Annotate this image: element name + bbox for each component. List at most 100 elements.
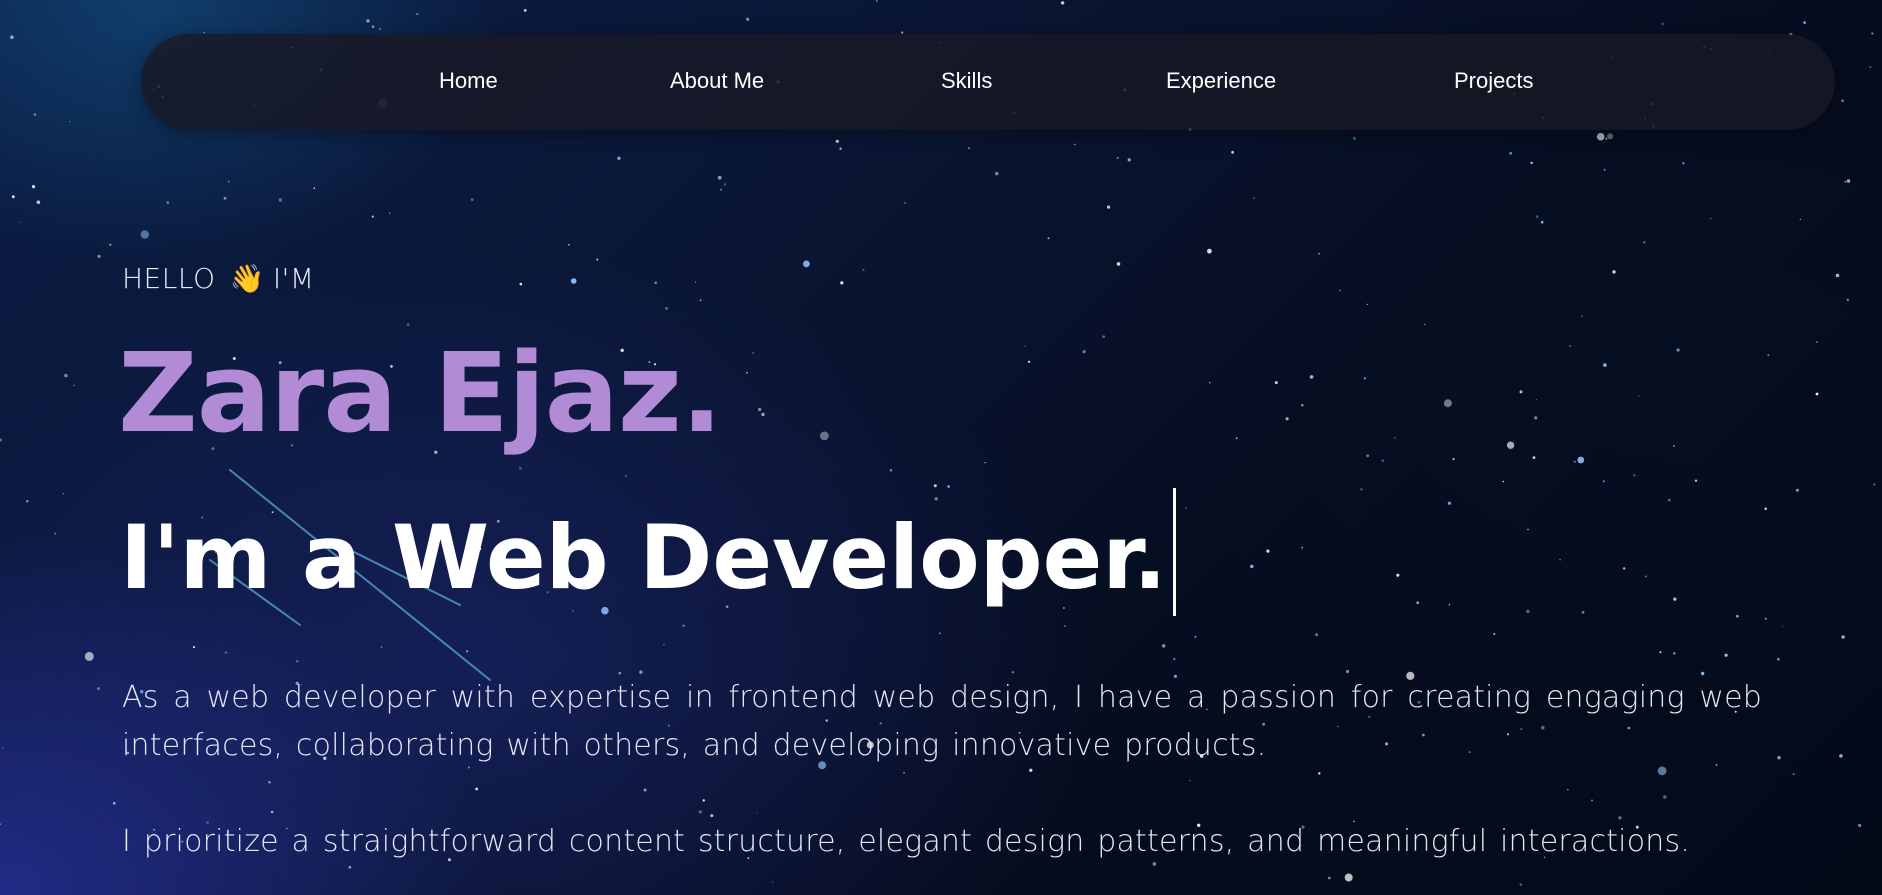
- star: [1659, 651, 1662, 654]
- star: [371, 215, 374, 218]
- star: [1231, 150, 1234, 154]
- waving-hand-icon: 👋: [229, 262, 265, 295]
- star: [1493, 632, 1496, 636]
- star: [1116, 156, 1119, 159]
- star: [1764, 507, 1767, 511]
- star: [224, 651, 228, 654]
- star: [1534, 416, 1538, 420]
- star: [1540, 220, 1544, 224]
- star: [1676, 348, 1680, 352]
- star: [1612, 270, 1616, 274]
- star: [1839, 754, 1843, 758]
- star: [702, 799, 705, 802]
- star: [1519, 883, 1523, 886]
- star: [466, 650, 469, 653]
- star: [1366, 303, 1368, 305]
- intro-paragraph: As a web developer with expertise in fro…: [122, 680, 1762, 763]
- star: [820, 431, 829, 441]
- star: [643, 788, 647, 792]
- star: [1795, 488, 1799, 492]
- star: [1102, 335, 1106, 338]
- star: [1569, 345, 1572, 347]
- star: [1637, 395, 1640, 397]
- star: [1581, 315, 1583, 318]
- nav-home-link[interactable]: Home: [439, 68, 498, 94]
- star: [1623, 567, 1626, 570]
- star: [1777, 756, 1781, 760]
- star: [1047, 237, 1050, 240]
- star: [1173, 657, 1176, 661]
- star: [380, 646, 383, 648]
- star: [939, 632, 941, 634]
- nav-experience-link[interactable]: Experience: [1166, 68, 1276, 94]
- star: [682, 624, 685, 627]
- star: [1869, 66, 1872, 69]
- star: [109, 243, 112, 246]
- star: [984, 462, 986, 464]
- star: [876, 0, 878, 2]
- star: [968, 147, 970, 150]
- star: [268, 781, 271, 784]
- nav-skills-link[interactable]: Skills: [941, 68, 992, 94]
- star: [1871, 32, 1874, 35]
- star: [1673, 445, 1675, 447]
- star: [1673, 652, 1676, 655]
- star: [1841, 99, 1844, 103]
- star: [73, 384, 75, 386]
- star: [1381, 459, 1385, 463]
- star: [1207, 248, 1212, 254]
- greeting-suffix: I'M: [272, 262, 315, 295]
- star: [1250, 564, 1254, 569]
- star: [192, 646, 196, 649]
- star: [1532, 456, 1536, 459]
- star: [1447, 501, 1451, 505]
- star: [406, 323, 410, 326]
- star: [840, 281, 844, 285]
- star: [1344, 873, 1353, 882]
- star: [1858, 823, 1862, 828]
- star: [371, 25, 375, 29]
- star: [11, 195, 15, 199]
- star: [1363, 377, 1366, 380]
- star: [719, 188, 723, 191]
- star: [710, 814, 714, 818]
- star: [839, 147, 842, 150]
- typed-role-text: I'm a Web Developer.: [120, 506, 1167, 609]
- star: [1792, 773, 1795, 775]
- nav-projects-link[interactable]: Projects: [1454, 68, 1533, 94]
- star: [1509, 151, 1513, 155]
- star: [1566, 788, 1569, 791]
- star: [0, 823, 1, 825]
- star: [1396, 573, 1400, 577]
- star: [933, 484, 937, 488]
- star: [366, 19, 370, 23]
- star: [62, 493, 64, 495]
- star: [1573, 460, 1576, 463]
- star: [1327, 876, 1331, 880]
- star: [1274, 381, 1278, 385]
- star: [389, 212, 391, 214]
- star: [1502, 480, 1504, 483]
- star: [1661, 22, 1664, 26]
- star: [835, 139, 839, 143]
- star: [1846, 179, 1851, 183]
- star: [1530, 161, 1533, 164]
- star: [1767, 354, 1770, 356]
- star: [523, 9, 527, 12]
- star: [694, 281, 697, 283]
- star: [1011, 671, 1015, 674]
- nav-about-me-link[interactable]: About Me: [670, 68, 764, 94]
- star: [313, 187, 316, 189]
- star: [995, 171, 999, 176]
- star: [1846, 298, 1850, 301]
- star: [1209, 381, 1211, 384]
- star: [0, 438, 2, 442]
- star: [1777, 658, 1780, 661]
- star: [54, 532, 57, 535]
- star: [803, 260, 810, 268]
- star: [1535, 215, 1539, 219]
- star: [1605, 137, 1608, 140]
- star: [1694, 479, 1698, 482]
- star: [723, 183, 727, 186]
- star: [1596, 132, 1605, 141]
